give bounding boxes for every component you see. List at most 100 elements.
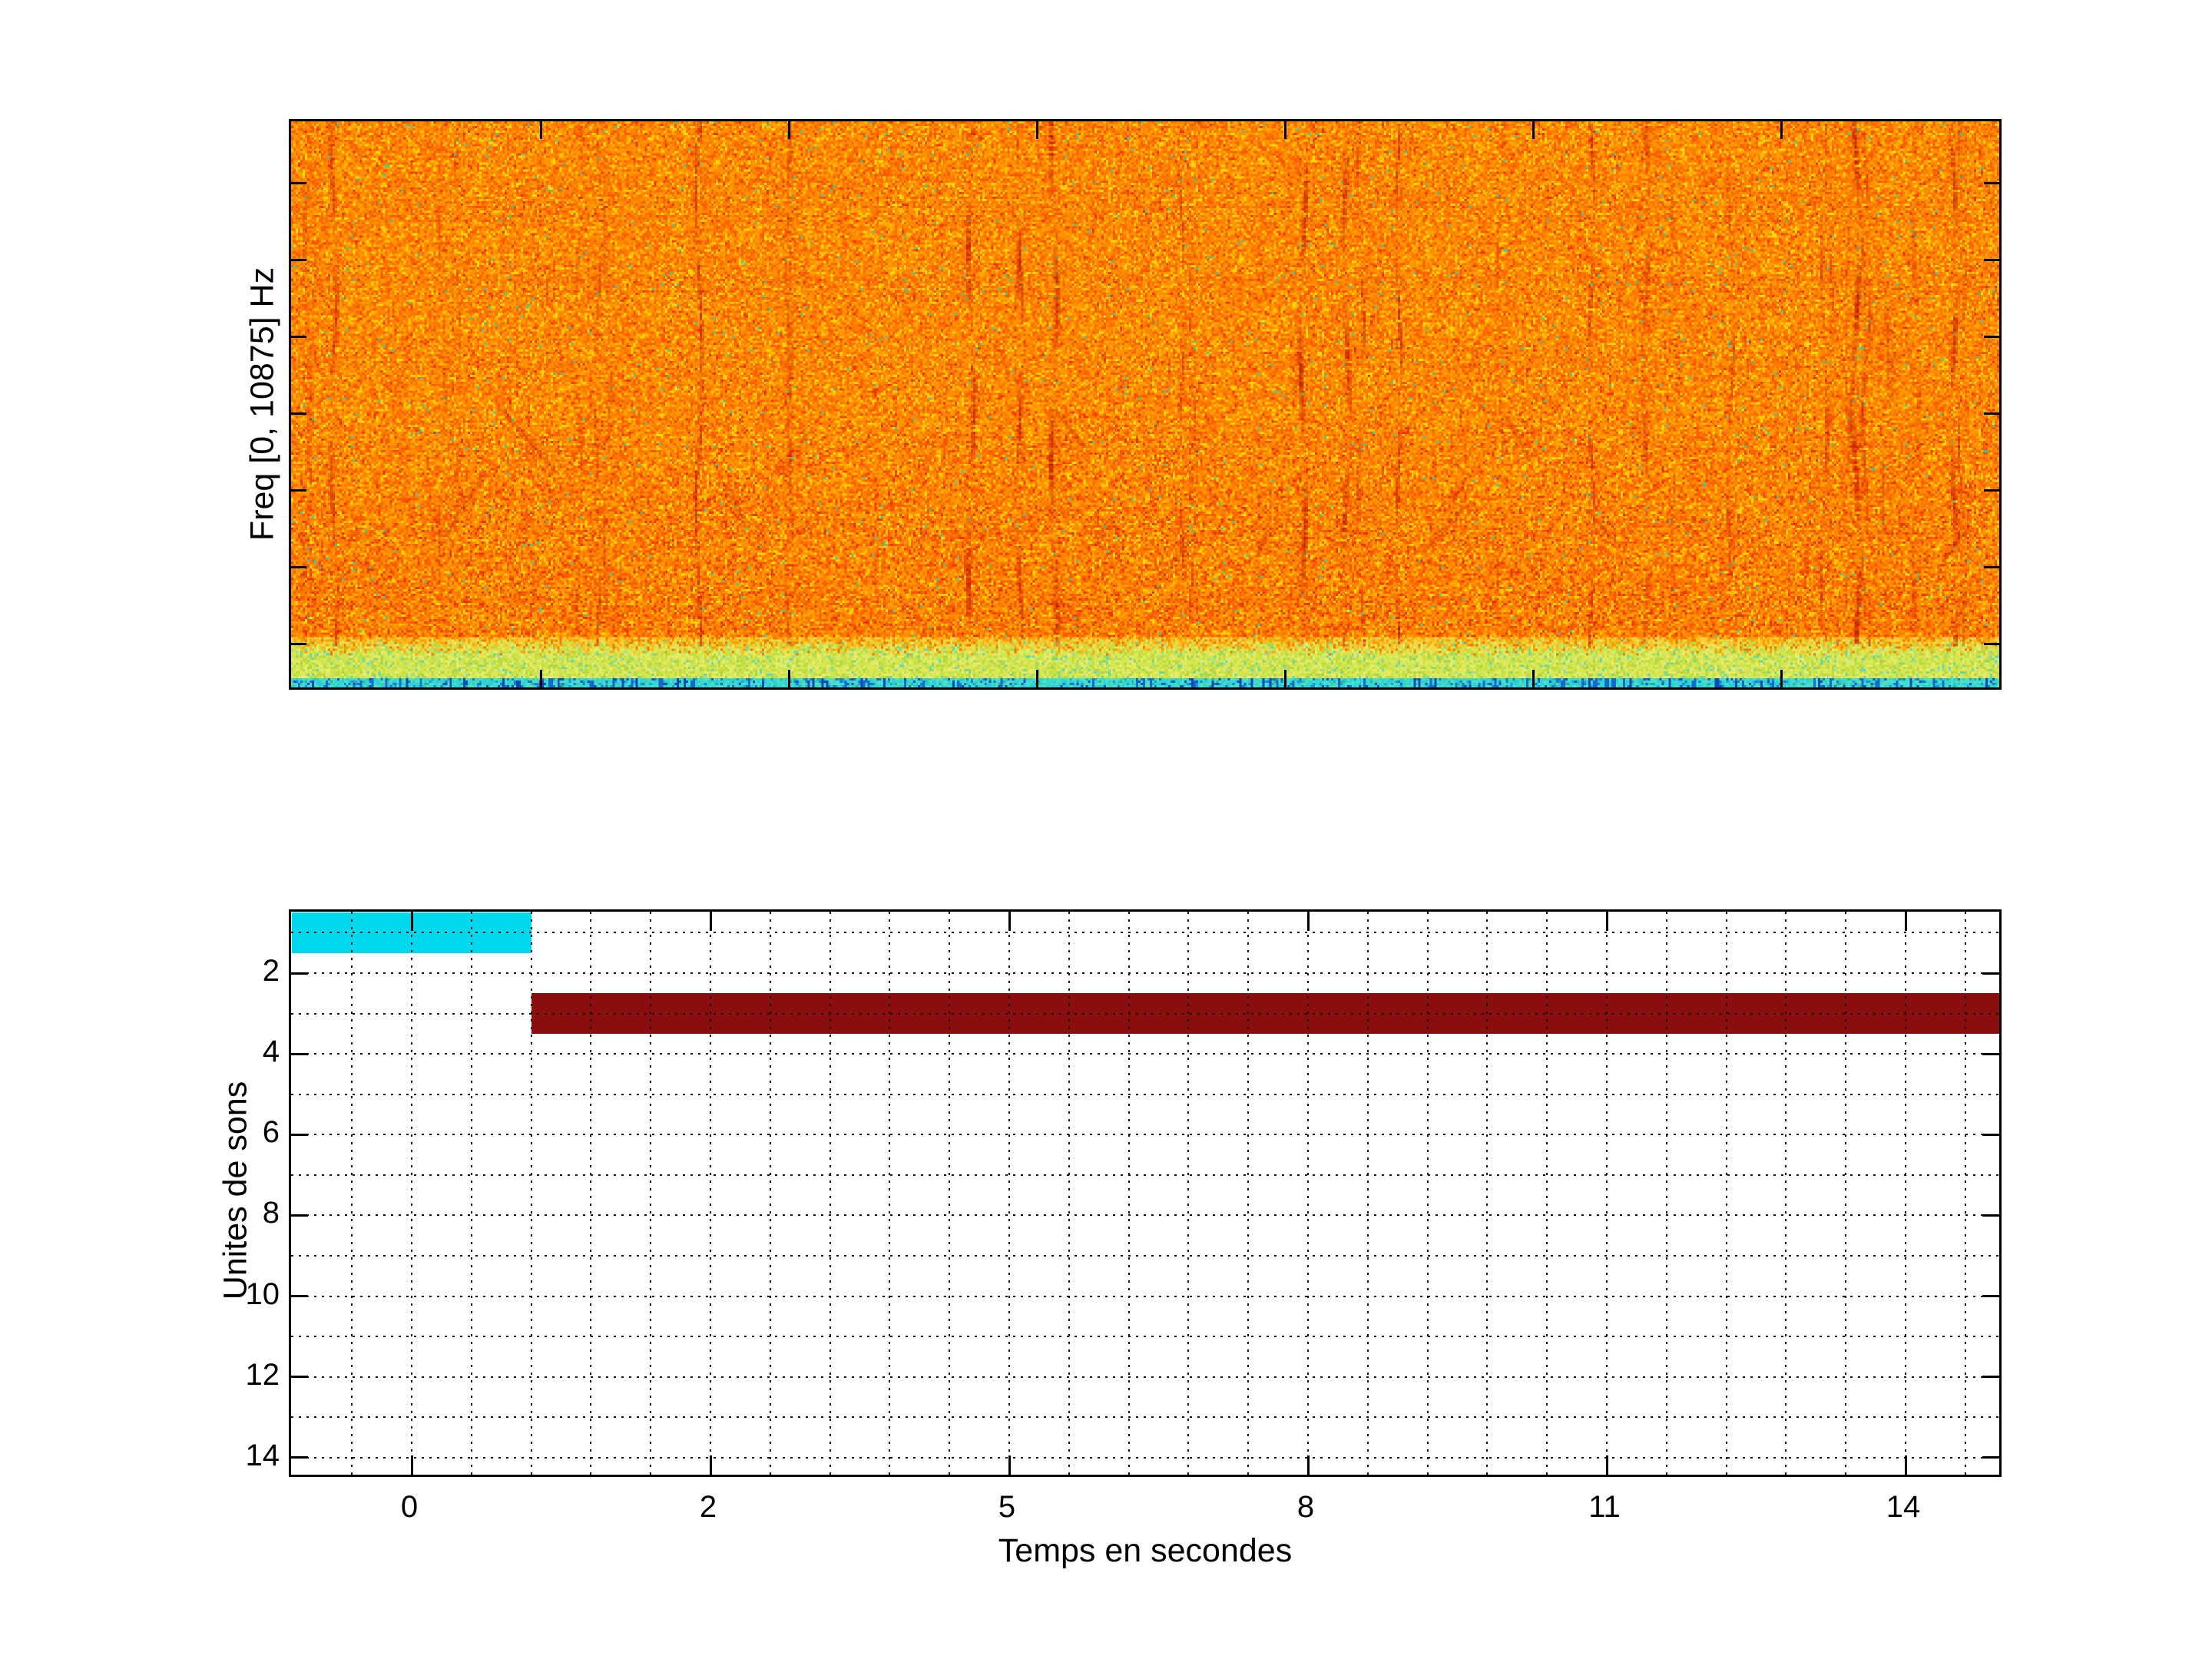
y-tick	[1982, 1456, 1999, 1459]
y-gridline	[291, 1174, 1999, 1176]
x-gridline	[1307, 912, 1309, 1475]
x-gridline	[830, 912, 831, 1475]
x-gridline	[531, 912, 532, 1475]
x-tick	[411, 912, 413, 931]
x-tick-label: 8	[1244, 1492, 1367, 1522]
x-tick-label: 11	[1543, 1492, 1666, 1522]
x-gridline	[1785, 912, 1786, 1475]
x-gridline	[1008, 912, 1010, 1475]
y-tick	[291, 1295, 308, 1297]
x-gridline	[590, 912, 591, 1475]
x-gridline	[1546, 912, 1548, 1475]
time-tick	[788, 670, 790, 687]
x-tick	[710, 1455, 712, 1475]
x-tick	[1606, 912, 1608, 931]
y-tick	[291, 1376, 308, 1378]
sound-units-area	[291, 912, 1999, 1475]
time-tick	[1036, 670, 1038, 687]
y-tick-label: 10	[164, 1279, 280, 1310]
freq-tick	[1984, 566, 1999, 568]
spectrogram-canvas	[291, 121, 1999, 687]
time-tick	[1036, 121, 1038, 139]
spectrogram-y-axis-label: Freq [0, 10875] Hz	[247, 267, 280, 541]
y-tick	[1982, 1376, 1999, 1378]
x-gridline	[770, 912, 771, 1475]
y-tick-label: 12	[164, 1359, 280, 1390]
x-tick	[1307, 1455, 1310, 1475]
y-gridline	[291, 932, 1999, 933]
y-gridline	[291, 1094, 1999, 1095]
x-gridline	[1068, 912, 1070, 1475]
freq-tick	[1984, 412, 1999, 415]
x-gridline	[1845, 912, 1846, 1475]
y-gridline	[291, 1013, 1999, 1015]
x-tick-label: 2	[647, 1492, 770, 1522]
y-tick	[291, 1134, 308, 1136]
x-gridline	[650, 912, 651, 1475]
x-tick	[411, 1455, 413, 1475]
y-gridline	[291, 1376, 1999, 1378]
x-tick	[710, 912, 712, 931]
time-tick	[1780, 670, 1783, 687]
x-gridline	[1367, 912, 1369, 1475]
y-tick-label: 6	[164, 1117, 280, 1147]
y-tick-label: 14	[164, 1440, 280, 1471]
y-gridline	[291, 1255, 1999, 1257]
x-tick	[1606, 1455, 1608, 1475]
x-gridline	[949, 912, 950, 1475]
x-gridline	[1606, 912, 1608, 1475]
spectrogram-area	[291, 121, 1999, 687]
x-gridline	[1427, 912, 1429, 1475]
x-gridline	[1726, 912, 1727, 1475]
time-tick	[1284, 121, 1286, 139]
freq-tick	[1984, 336, 1999, 338]
freq-tick	[291, 643, 306, 645]
sound-units-y-axis-label: Unites de sons	[220, 1081, 253, 1300]
y-gridline	[291, 1416, 1999, 1418]
freq-tick	[1984, 489, 1999, 492]
x-tick-label: 5	[945, 1492, 1068, 1522]
x-gridline	[1905, 912, 1906, 1475]
y-tick	[291, 972, 308, 975]
freq-tick	[1984, 643, 1999, 645]
y-gridline	[291, 1053, 1999, 1055]
time-tick	[540, 121, 542, 139]
sound-units-plot	[289, 909, 2002, 1477]
y-tick	[291, 1456, 308, 1459]
time-tick	[1532, 670, 1535, 687]
time-tick	[1284, 670, 1286, 687]
y-tick-label: 2	[164, 955, 280, 986]
time-tick	[788, 121, 790, 139]
x-gridline	[889, 912, 890, 1475]
x-gridline	[1128, 912, 1130, 1475]
x-tick	[1008, 1455, 1011, 1475]
freq-tick	[291, 259, 306, 261]
x-tick	[1008, 912, 1011, 931]
x-tick	[1307, 912, 1310, 931]
x-tick-label: 0	[348, 1492, 471, 1522]
x-gridline	[1965, 912, 1966, 1475]
y-gridline	[291, 1214, 1999, 1216]
y-tick-label: 4	[164, 1036, 280, 1067]
x-tick	[1905, 912, 1907, 931]
freq-tick	[1984, 182, 1999, 184]
freq-tick	[1984, 259, 1999, 261]
freq-tick	[291, 336, 306, 338]
x-gridline	[1247, 912, 1249, 1475]
x-tick	[1905, 1455, 1907, 1475]
y-tick	[1982, 972, 1999, 975]
time-tick	[1780, 121, 1783, 139]
y-tick-label: 8	[164, 1197, 280, 1228]
sound-units-x-axis-label: Temps en secondes	[998, 1535, 1292, 1568]
y-tick	[291, 1053, 308, 1055]
y-gridline	[291, 1336, 1999, 1337]
y-gridline	[291, 1296, 1999, 1297]
time-tick	[1532, 121, 1535, 139]
x-gridline	[471, 912, 472, 1475]
y-tick	[291, 1214, 308, 1217]
time-tick	[540, 670, 542, 687]
freq-tick	[291, 412, 306, 415]
x-gridline	[1666, 912, 1667, 1475]
y-tick	[1982, 1214, 1999, 1217]
matlab-figure: Freq [0, 10875] Hz Unites de sons Temps …	[0, 0, 2212, 1659]
